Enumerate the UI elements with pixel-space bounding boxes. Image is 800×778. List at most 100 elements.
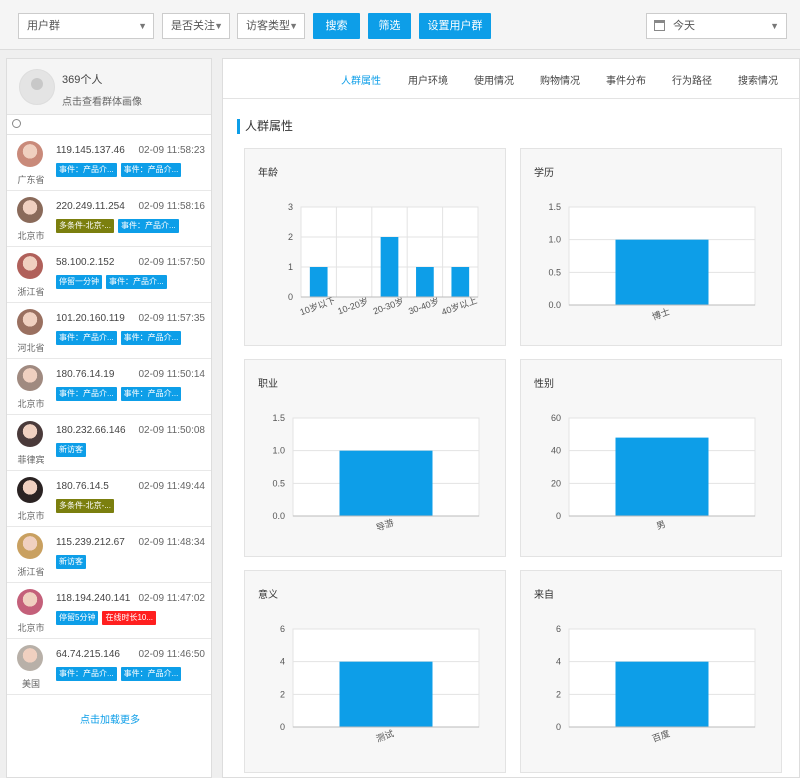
tab-search[interactable]: 搜索情况 xyxy=(738,72,778,87)
y-tick-label: 20 xyxy=(551,478,561,488)
visitor-avatar xyxy=(17,197,43,223)
visitor-row[interactable]: 北京市 118.194.240.141 02-09 11:47:02 停留5分钟 在线时… xyxy=(7,583,211,639)
visitor-tag[interactable]: 事件：产品介... xyxy=(120,387,182,401)
x-tick-label: 40岁以上 xyxy=(440,294,479,317)
group-portrait-link[interactable]: 点击查看群体画像 xyxy=(62,93,142,108)
visitor-ip: 220.249.11.254 xyxy=(56,201,125,212)
visitor-time: 02-09 11:58:23 xyxy=(138,145,205,156)
filter-button[interactable]: 筛选 xyxy=(368,13,411,39)
visitor-time: 02-09 11:48:34 xyxy=(138,537,205,548)
visitor-time: 02-09 11:57:35 xyxy=(138,313,205,324)
visitor-time: 02-09 11:49:44 xyxy=(138,481,205,492)
visitor-tags: 停留一分钟 事件：产品介... xyxy=(56,275,167,289)
chart-card: 年龄 0 1 2 3 10岁以下 10-20岁 20-30岁 30-40岁 40岁以上 xyxy=(244,148,506,346)
visitor-tag[interactable]: 事件：产品介... xyxy=(106,275,167,289)
visitor-tag[interactable]: 事件：产品介... xyxy=(56,163,117,177)
visitor-list: 广东省 119.145.137.46 02-09 11:58:23 事件：产品介...… xyxy=(7,135,211,695)
visitor-avatar xyxy=(17,253,43,279)
visitor-tags: 停留5分钟 在线时长10... xyxy=(56,611,157,625)
tab-usage[interactable]: 使用情况 xyxy=(474,72,514,87)
tab-behavior-path[interactable]: 行为路径 xyxy=(672,72,712,87)
visitor-tag[interactable]: 事件：产品介... xyxy=(56,667,117,681)
visitor-tag[interactable]: 多条件-北京-... xyxy=(56,219,114,233)
main-panel: 人群属性 用户环境 使用情况 购物情况 事件分布 行为路径 搜索情况 人群属性 … xyxy=(222,58,800,778)
tab-event-distribution[interactable]: 事件分布 xyxy=(606,72,646,87)
y-tick-label: 1.0 xyxy=(548,235,561,245)
visitor-tags: 新访客 xyxy=(56,443,86,457)
user-group-select[interactable]: 用户群 ▼ xyxy=(18,13,154,39)
visitor-type-select[interactable]: 访客类型 ▼ xyxy=(237,13,305,39)
y-tick-label: 6 xyxy=(556,624,561,634)
visitor-tags: 事件：产品介... 事件：产品介... xyxy=(56,331,182,345)
x-tick-label: 男 xyxy=(655,519,667,531)
visitor-tag[interactable]: 事件：产品介... xyxy=(56,331,117,345)
bar xyxy=(339,661,433,727)
bar xyxy=(309,267,328,297)
visitor-tag[interactable]: 停留一分钟 xyxy=(56,275,102,289)
bar xyxy=(615,437,709,516)
bar xyxy=(615,239,709,305)
visitor-row[interactable]: 河北省 101.20.160.119 02-09 11:57:35 事件：产品介...… xyxy=(7,303,211,359)
visitor-ip: 119.145.137.46 xyxy=(56,145,125,156)
visitor-tags: 新访客 xyxy=(56,555,86,569)
visitor-row[interactable]: 菲律宾 180.232.66.146 02-09 11:50:08 新访客 xyxy=(7,415,211,471)
visitor-tag[interactable]: 停留5分钟 xyxy=(56,611,99,625)
visitor-row[interactable]: 浙江省 115.239.212.67 02-09 11:48:34 新访客 xyxy=(7,527,211,583)
visitor-search-input[interactable] xyxy=(7,115,211,135)
visitor-tag[interactable]: 事件：产品介... xyxy=(120,667,182,681)
visitor-region: 浙江省 xyxy=(17,567,45,577)
visitor-row[interactable]: 浙江省 58.100.2.152 02-09 11:57:50 停留一分钟 事件：产品介… xyxy=(7,247,211,303)
visitor-row[interactable]: 广东省 119.145.137.46 02-09 11:58:23 事件：产品介...… xyxy=(7,135,211,191)
y-tick-label: 1.0 xyxy=(272,446,285,456)
y-tick-label: 4 xyxy=(556,657,561,667)
visitor-ip: 180.76.14.19 xyxy=(56,369,115,380)
visitor-tag[interactable]: 事件：产品介... xyxy=(120,163,182,177)
visitor-row[interactable]: 北京市 180.76.14.5 02-09 11:49:44 多条件-北京-... xyxy=(7,471,211,527)
tab-crowd-attributes[interactable]: 人群属性 xyxy=(341,72,381,87)
date-label: 今天 xyxy=(673,20,695,32)
visitor-region: 浙江省 xyxy=(17,287,45,297)
set-user-group-button[interactable]: 设置用户群 xyxy=(419,13,491,39)
visitor-time: 02-09 11:58:16 xyxy=(138,201,205,212)
visitor-tag[interactable]: 事件：产品介... xyxy=(120,331,182,345)
bar-chart: 0 1 2 3 10岁以下 10-20岁 20-30岁 30-40岁 40岁以上 xyxy=(288,202,479,317)
search-button[interactable]: 搜索 xyxy=(313,13,360,39)
visitor-row[interactable]: 北京市 220.249.11.254 02-09 11:58:16 多条件-北京-..… xyxy=(7,191,211,247)
visitor-ip: 101.20.160.119 xyxy=(56,313,125,324)
visitor-tags: 事件：产品介... 事件：产品介... xyxy=(56,387,182,401)
visitor-tags: 多条件-北京-... xyxy=(56,499,114,513)
visitor-tag[interactable]: 事件：产品介... xyxy=(56,387,117,401)
user-group-label: 用户群 xyxy=(27,20,60,32)
y-tick-label: 2 xyxy=(280,689,285,699)
visitor-tags: 事件：产品介... 事件：产品介... xyxy=(56,163,182,177)
visitor-time: 02-09 11:50:14 xyxy=(138,369,205,380)
visitor-tags: 事件：产品介... 事件：产品介... xyxy=(56,667,182,681)
visitor-tags: 多条件-北京-... 事件：产品介... xyxy=(56,219,179,233)
visitor-tag[interactable]: 事件：产品介... xyxy=(118,219,179,233)
follow-select[interactable]: 是否关注 ▼ xyxy=(162,13,230,39)
date-picker[interactable]: 今天 ▼ xyxy=(646,13,787,39)
visitor-type-label: 访客类型 xyxy=(246,20,290,32)
visitor-row[interactable]: 北京市 180.76.14.19 02-09 11:50:14 事件：产品介... 事件… xyxy=(7,359,211,415)
visitor-tag[interactable]: 在线时长10... xyxy=(102,611,157,625)
visitor-row[interactable]: 美国 64.74.215.146 02-09 11:46:50 事件：产品介... 事件… xyxy=(7,639,211,695)
visitor-avatar xyxy=(17,141,43,167)
chevron-down-icon: ▼ xyxy=(138,21,147,31)
tab-shopping[interactable]: 购物情况 xyxy=(540,72,580,87)
y-tick-label: 4 xyxy=(280,657,285,667)
chart-card: 性别 0 20 40 60 男 xyxy=(520,359,782,557)
visitor-avatar xyxy=(17,645,43,671)
tab-user-environment[interactable]: 用户环境 xyxy=(408,72,448,87)
load-more-link[interactable]: 点击加载更多 xyxy=(7,711,213,726)
y-tick-label: 0 xyxy=(280,722,285,732)
bar xyxy=(339,450,433,516)
visitor-tag[interactable]: 新访客 xyxy=(56,443,86,457)
bar-chart: 0.0 0.5 1.0 1.5 博士 xyxy=(548,202,756,322)
visitor-tag[interactable]: 多条件-北京-... xyxy=(56,499,114,513)
x-tick-label: 百度 xyxy=(650,727,671,743)
toolbar: 用户群 ▼ 是否关注 ▼ 访客类型 ▼ 搜索 筛选 设置用户群 今天 ▼ xyxy=(0,0,800,50)
visitor-tag[interactable]: 新访客 xyxy=(56,555,86,569)
y-tick-label: 40 xyxy=(551,446,561,456)
y-tick-label: 0.0 xyxy=(272,511,285,521)
chart-card: 学历 0.0 0.5 1.0 1.5 博士 xyxy=(520,148,782,346)
